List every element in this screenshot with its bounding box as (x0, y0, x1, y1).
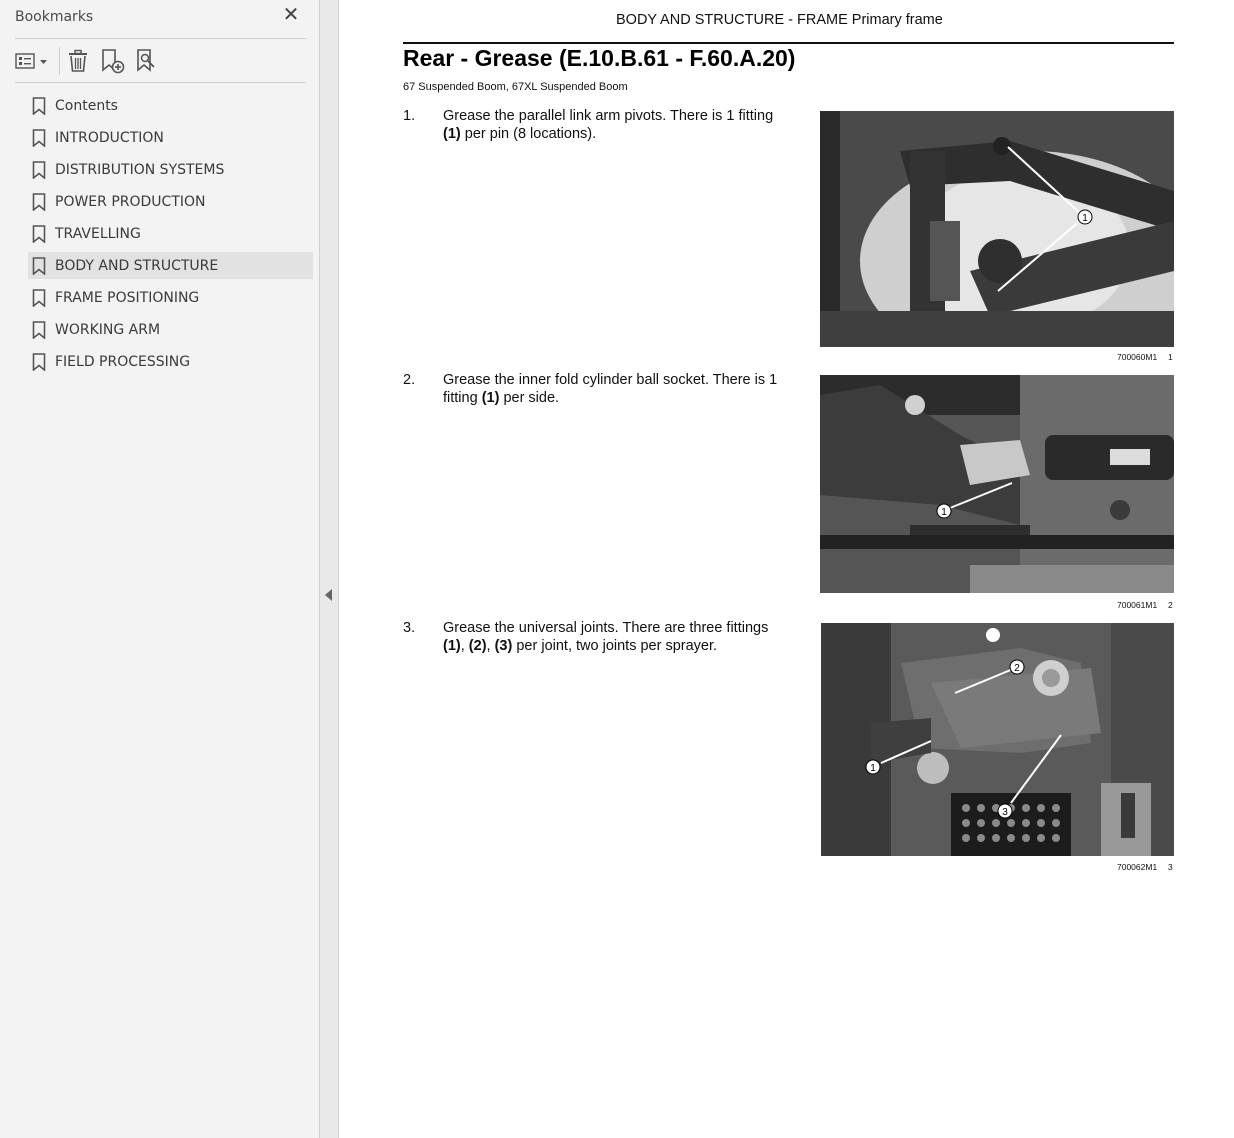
callout-ref: (2) (468, 637, 487, 654)
toolbar-separator (59, 47, 60, 75)
applicable-models: 67 Suspended Boom, 67XL Suspended Boom (403, 81, 628, 93)
collapse-panel-arrow-icon[interactable] (325, 589, 332, 601)
step-text-part: Grease the parallel link arm pivots. The… (443, 108, 774, 124)
panel-title: Bookmarks (15, 9, 94, 25)
step-text-part: per side. (499, 389, 560, 406)
bookmark-options-icon[interactable] (13, 47, 51, 75)
panel-splitter[interactable] (319, 0, 339, 1138)
step-text-part: per pin (8 locations). (460, 125, 597, 142)
document-page: BODY AND STRUCTURE - FRAME Primary frame… (340, 0, 1234, 1138)
step-text-part: , (460, 637, 469, 654)
bookmark-working-arm[interactable]: WORKING ARM (28, 316, 313, 343)
callout-number: 1 (870, 763, 876, 774)
step-text: Grease the inner fold cylinder ball sock… (443, 372, 793, 407)
figure-number: 3 (1168, 862, 1173, 872)
bookmark-label: FIELD PROCESSING (55, 353, 191, 370)
divider (15, 82, 306, 83)
bookmark-icon (32, 96, 46, 115)
divider (15, 38, 306, 39)
bookmark-label: TRAVELLING (55, 225, 141, 242)
step-number: 3. (403, 620, 416, 636)
bookmark-icon (32, 224, 46, 243)
callout-ref: (1) (443, 125, 461, 142)
running-header: BODY AND STRUCTURE - FRAME Primary frame (616, 12, 943, 28)
bookmark-icon (32, 192, 46, 211)
callout-number: 3 (1002, 807, 1008, 818)
bookmark-label: WORKING ARM (55, 321, 161, 338)
figure-code: 700060M1 (1117, 352, 1158, 362)
step-text-part: per joint, two joints per sprayer. (512, 637, 718, 654)
bookmark-icon (32, 256, 46, 275)
step-text: Grease the parallel link arm pivots. The… (443, 108, 793, 143)
trash-icon[interactable] (64, 47, 92, 75)
bookmark-label: INTRODUCTION (55, 129, 164, 146)
step-text: Grease the universal joints. There are t… (443, 620, 793, 655)
bookmark-travelling[interactable]: TRAVELLING (28, 220, 313, 247)
bookmark-introduction[interactable]: INTRODUCTION (28, 124, 313, 151)
bookmark-contents[interactable]: Contents (28, 92, 313, 119)
figure-photo: 1 (820, 111, 1174, 347)
step-text-part: , (486, 637, 495, 654)
bookmark-icon (32, 288, 46, 307)
callout-number: 2 (1014, 663, 1020, 674)
bookmark-label: BODY AND STRUCTURE (55, 257, 219, 274)
callout-number: 1 (1082, 213, 1088, 224)
callout-ref: (1) (481, 389, 500, 406)
figure-code: 700061M1 (1117, 600, 1158, 610)
figure-photo: 1 2 3 (821, 623, 1174, 856)
bookmark-distribution-systems[interactable]: DISTRIBUTION SYSTEMS (28, 156, 313, 183)
figure-code: 700062M1 (1117, 862, 1158, 872)
bookmark-label: FRAME POSITIONING (55, 289, 200, 306)
figure-photo: 1 (820, 375, 1174, 593)
callout-ref: (3) (494, 637, 513, 654)
step-text-part: Grease the universal joints. There are t… (443, 620, 769, 636)
new-bookmark-icon[interactable] (98, 47, 126, 75)
header-rule (403, 42, 1174, 44)
step-number: 2. (403, 372, 416, 388)
find-current-bookmark-icon[interactable] (132, 47, 160, 75)
figure-number: 1 (1168, 352, 1173, 362)
bookmark-frame-positioning[interactable]: FRAME POSITIONING (28, 284, 313, 311)
bookmark-label: POWER PRODUCTION (55, 193, 206, 210)
step-number: 1. (403, 108, 416, 124)
bookmark-label: DISTRIBUTION SYSTEMS (55, 161, 225, 178)
bookmark-icon (32, 160, 46, 179)
figure-number: 2 (1168, 600, 1173, 610)
bookmark-icon (32, 128, 46, 147)
section-title: Rear - Grease (E.10.B.61 - F.60.A.20) (403, 45, 796, 71)
close-icon[interactable]: ✕ (281, 5, 301, 25)
bookmark-body-and-structure[interactable]: BODY AND STRUCTURE (28, 252, 313, 279)
callout-ref: (1) (443, 637, 461, 654)
bookmarks-panel: Bookmarks ✕ Contents INTRODUCTION DISTRI… (0, 0, 319, 1138)
bookmark-icon (32, 320, 46, 339)
bookmark-label: Contents (55, 97, 118, 114)
bookmark-icon (32, 352, 46, 371)
callout-number: 1 (941, 507, 947, 518)
bookmark-power-production[interactable]: POWER PRODUCTION (28, 188, 313, 215)
bookmark-field-processing[interactable]: FIELD PROCESSING (28, 348, 313, 375)
